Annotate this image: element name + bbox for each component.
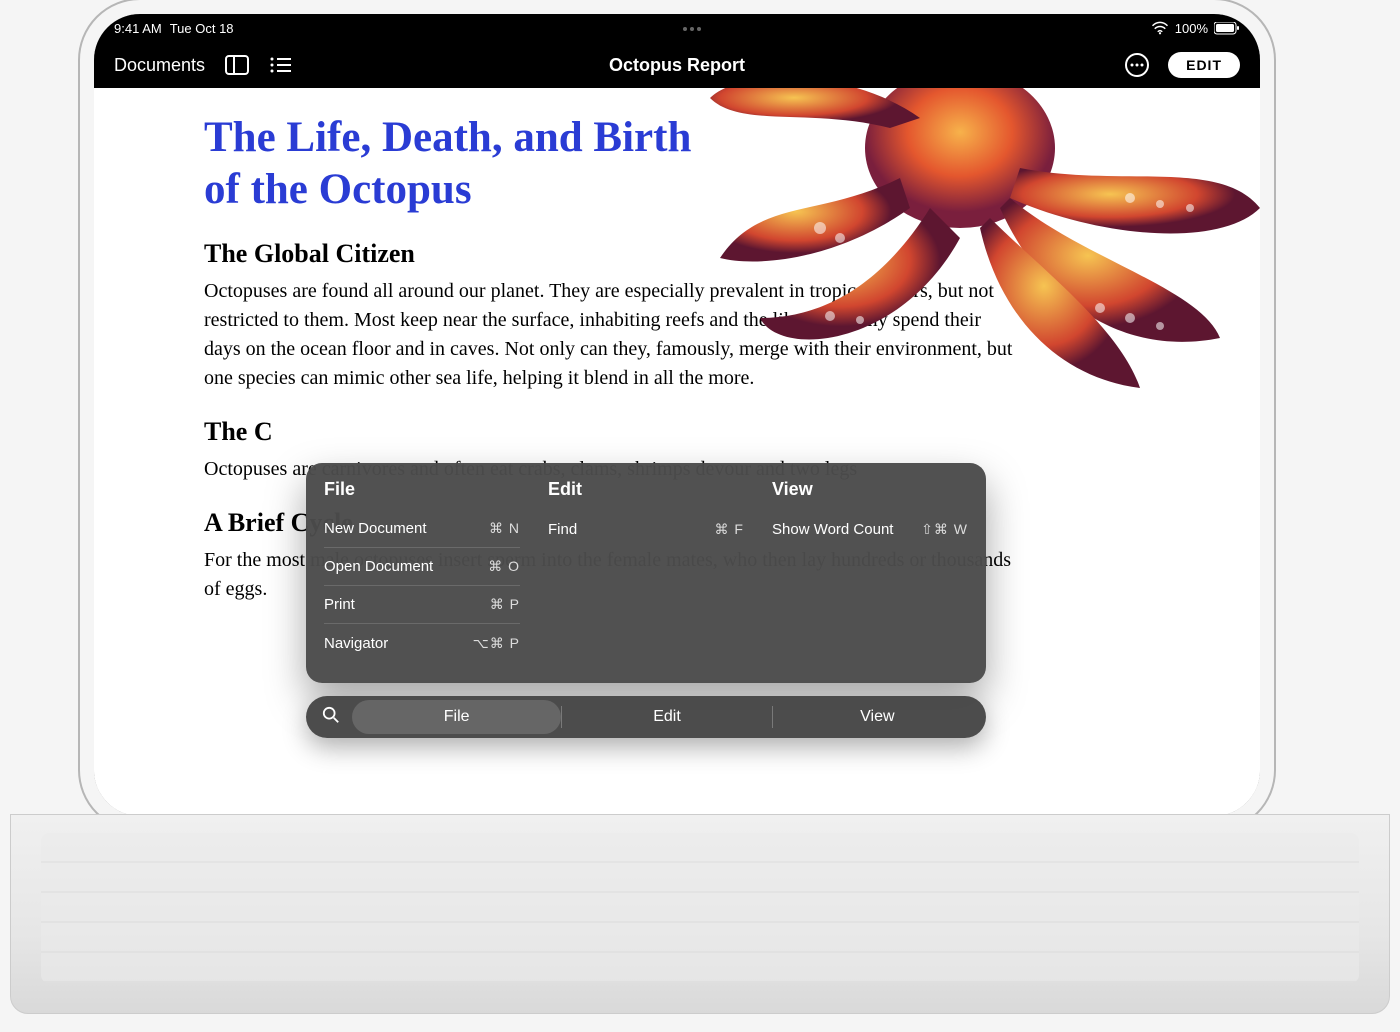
wifi-icon bbox=[1151, 21, 1169, 35]
sidebar-icon[interactable] bbox=[225, 55, 249, 75]
shortcuts-col-edit-title: Edit bbox=[548, 479, 744, 500]
shortcut-open-document[interactable]: Open Document ⌘ O bbox=[324, 548, 520, 586]
status-bar: 9:41 AM Tue Oct 18 100% bbox=[94, 14, 1260, 42]
search-icon bbox=[322, 706, 340, 724]
keyboard-shortcuts-tabs: File Edit View bbox=[306, 696, 986, 738]
shortcuts-tab-file[interactable]: File bbox=[352, 700, 561, 734]
status-date: Tue Oct 18 bbox=[170, 21, 234, 36]
back-button[interactable]: Documents bbox=[114, 55, 205, 76]
shortcuts-col-view: View Show Word Count ⇧⌘ W bbox=[772, 479, 968, 662]
shortcut-print[interactable]: Print ⌘ P bbox=[324, 586, 520, 624]
shortcuts-tab-edit[interactable]: Edit bbox=[562, 700, 771, 734]
status-time: 9:41 AM bbox=[114, 21, 162, 36]
edit-button[interactable]: EDIT bbox=[1168, 52, 1240, 78]
list-icon[interactable] bbox=[269, 56, 293, 74]
battery-icon bbox=[1214, 22, 1240, 35]
app-toolbar: Documents Octopus Report bbox=[94, 42, 1260, 88]
shortcuts-col-file: File New Document ⌘ N Open Document ⌘ O … bbox=[324, 479, 520, 662]
battery-percent: 100% bbox=[1175, 21, 1208, 36]
shortcut-new-document[interactable]: New Document ⌘ N bbox=[324, 510, 520, 548]
shortcut-find[interactable]: Find ⌘ F bbox=[548, 510, 744, 548]
shortcut-show-word-count[interactable]: Show Word Count ⇧⌘ W bbox=[772, 510, 968, 548]
shortcuts-col-edit: Edit Find ⌘ F bbox=[548, 479, 744, 662]
shortcuts-tab-view[interactable]: View bbox=[773, 700, 982, 734]
multitask-dots[interactable] bbox=[234, 25, 1151, 31]
shortcuts-search-button[interactable] bbox=[310, 706, 352, 729]
section2-heading: The C bbox=[204, 417, 1210, 447]
doc-title: The Life, Death, and Birth of the Octopu… bbox=[204, 112, 724, 215]
shortcut-navigator[interactable]: Navigator ⌥⌘ P bbox=[324, 624, 520, 662]
shortcuts-col-file-title: File bbox=[324, 479, 520, 500]
more-icon[interactable] bbox=[1124, 52, 1150, 78]
shortcuts-col-view-title: View bbox=[772, 479, 968, 500]
magic-keyboard bbox=[10, 814, 1390, 1014]
keyboard-shortcuts-panel: File New Document ⌘ N Open Document ⌘ O … bbox=[306, 463, 986, 683]
octopus-illustration bbox=[700, 88, 1260, 418]
